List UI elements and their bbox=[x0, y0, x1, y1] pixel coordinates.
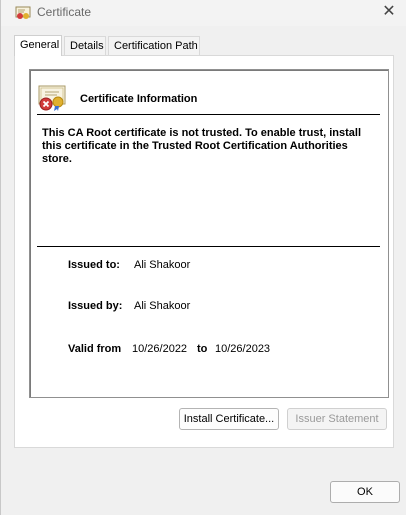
valid-from-label: Valid from bbox=[68, 343, 122, 355]
untrusted-certificate-icon bbox=[38, 85, 66, 111]
ok-button[interactable]: OK bbox=[330, 481, 400, 503]
issued-by-value: Ali Shakoor bbox=[134, 300, 191, 312]
title-bar: Certificate ✕ bbox=[1, 0, 406, 26]
valid-to-value: 10/26/2023 bbox=[215, 343, 271, 355]
certificate-info-box: Certificate Information This CA Root cer… bbox=[29, 69, 389, 398]
certificate-dialog: Certificate ✕ General Details Certificat… bbox=[0, 0, 406, 515]
valid-from-value: 10/26/2022 bbox=[132, 343, 188, 355]
tab-details[interactable]: Details bbox=[64, 36, 106, 55]
issued-to-label: Issued to: bbox=[68, 259, 120, 271]
trust-warning-text: This CA Root certificate is not trusted.… bbox=[42, 127, 362, 165]
issued-by-label: Issued by: bbox=[68, 300, 123, 312]
certificate-heading: Certificate Information bbox=[80, 93, 198, 105]
divider-top bbox=[37, 114, 380, 115]
issued-to-value: Ali Shakoor bbox=[134, 259, 191, 271]
valid-to-label: to bbox=[197, 343, 208, 355]
divider-middle bbox=[37, 246, 380, 247]
general-tab-panel: Certificate Information This CA Root cer… bbox=[14, 55, 394, 448]
certificate-icon bbox=[15, 6, 31, 19]
window-title: Certificate bbox=[37, 5, 92, 19]
tab-general[interactable]: General bbox=[14, 35, 62, 56]
issuer-statement-button: Issuer Statement bbox=[287, 408, 387, 430]
close-icon[interactable]: ✕ bbox=[379, 2, 399, 22]
install-certificate-button[interactable]: Install Certificate... bbox=[179, 408, 279, 430]
tab-certification-path[interactable]: Certification Path bbox=[108, 36, 200, 55]
